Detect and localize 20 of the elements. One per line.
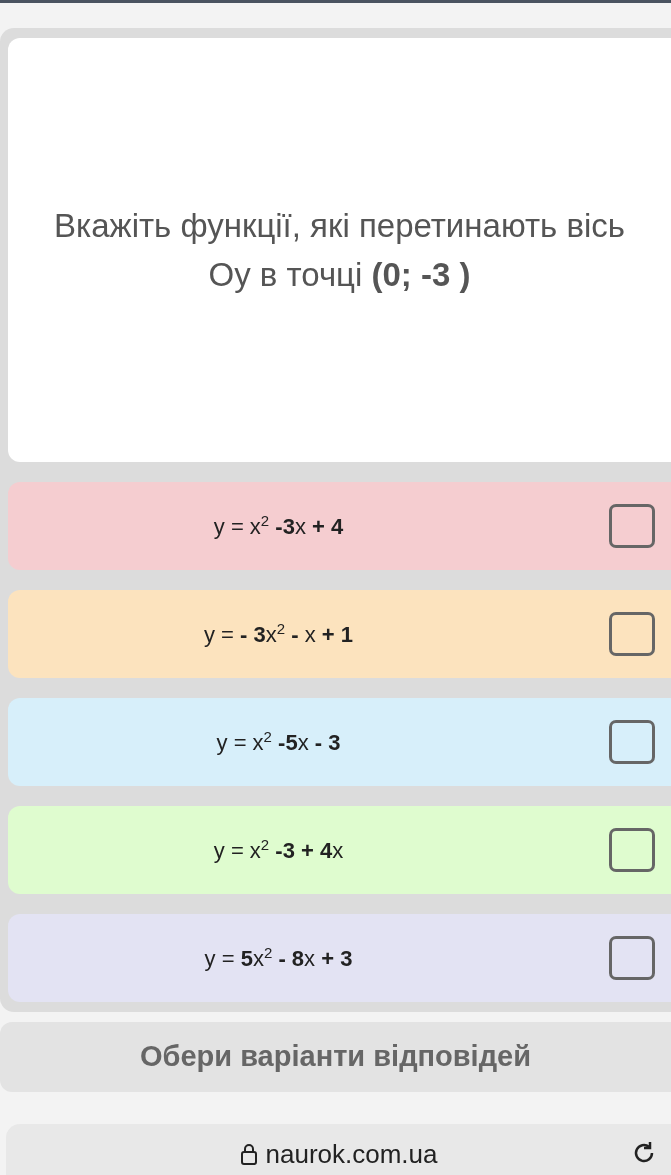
checkbox[interactable] (609, 612, 655, 656)
answer-option[interactable]: y = - 3x$^{2}$ - x + 1 (8, 590, 671, 678)
checkbox[interactable] (609, 936, 655, 980)
question-text: Вкажіть функції, які перетинають вісь Оу в точці (0; -3 ) (53, 205, 626, 295)
formula-text: y = x$^{2}$ -3 + 4x (212, 835, 345, 865)
checkbox[interactable] (609, 720, 655, 764)
answer-option[interactable]: y = x$^{2}$ -3 + 4x (8, 806, 671, 894)
formula-text: y = - 3x$^{2}$ - x + 1 (203, 619, 354, 649)
submit-button[interactable]: Обери варіанти відповідей (0, 1022, 671, 1092)
answer-option[interactable]: y = x$^{2}$ -3x + 4 (8, 482, 671, 570)
checkbox[interactable] (609, 828, 655, 872)
checkbox[interactable] (609, 504, 655, 548)
lock-icon (239, 1143, 258, 1165)
formula-text: y = 5x$^{2}$ - 8x + 3 (203, 943, 354, 973)
formula-text: y = x$^{2}$ -5x - 3 (215, 727, 342, 757)
url-text: naurok.com.ua (265, 1137, 438, 1171)
answer-option[interactable]: y = 5x$^{2}$ - 8x + 3 (8, 914, 671, 1002)
address-bar[interactable]: naurok.com.ua (6, 1124, 671, 1175)
answer-option[interactable]: y = x$^{2}$ -5x - 3 (8, 698, 671, 786)
formula-text: y = x$^{2}$ -3x + 4 (212, 511, 345, 541)
